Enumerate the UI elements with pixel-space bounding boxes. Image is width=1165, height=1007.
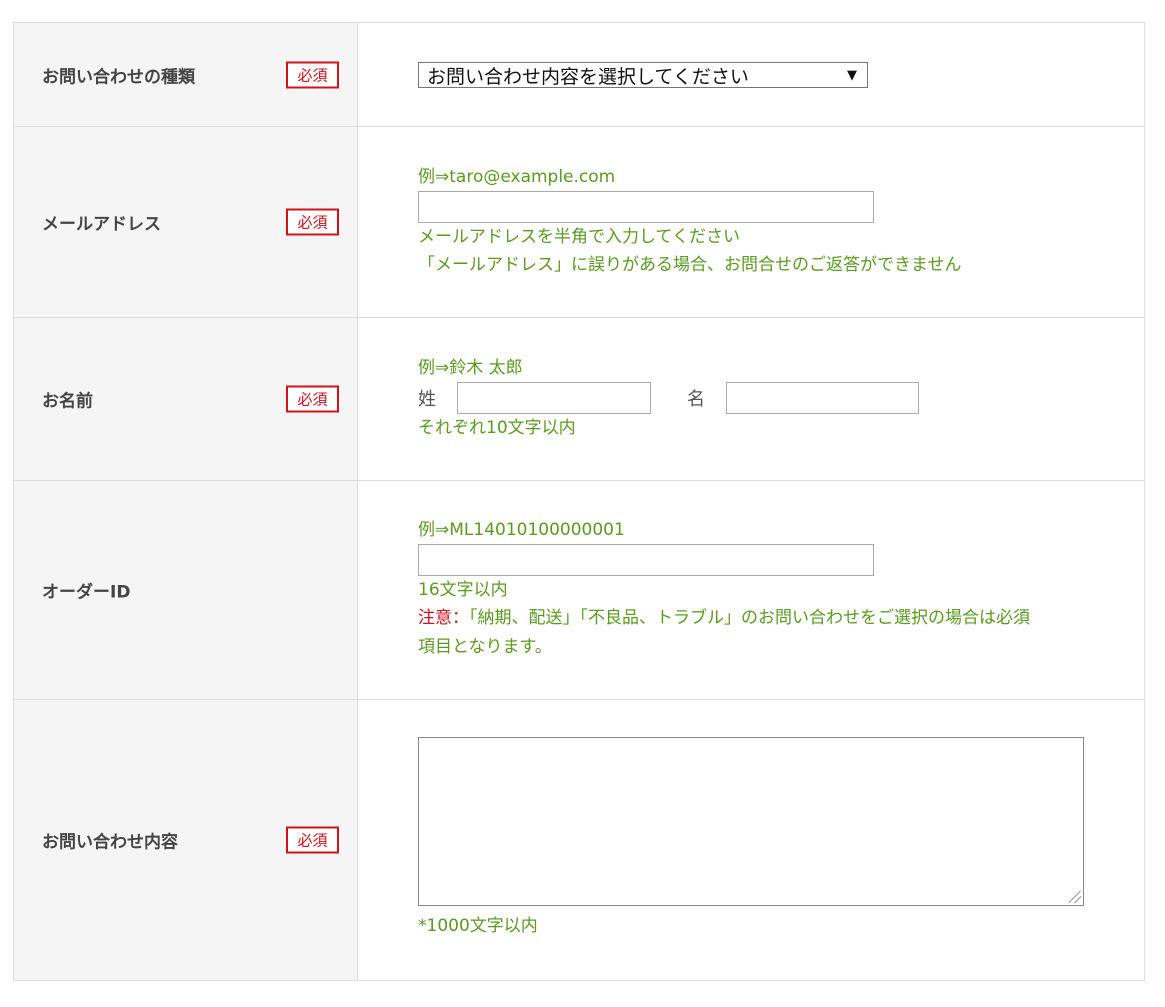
- content-textarea[interactable]: [418, 737, 1084, 906]
- name-hint: それぞれ10文字以内: [418, 418, 576, 438]
- order-id-hint: 16文字以内: [418, 580, 508, 600]
- order-id-note-line1: 「納期、配送」「不良品、トラブル」のお問い合わせをご選択の場合は必須: [469, 608, 1030, 628]
- order-id-note-line2: 項目となります。: [418, 637, 552, 657]
- name-label: お名前: [42, 391, 93, 412]
- order-id-example: 例⇒ML14010100000001: [418, 520, 625, 540]
- form-row-inquiry-type: お問い合わせの種類 必須 お問い合わせ内容を選択してください ▼: [14, 23, 1144, 127]
- name-inputs: 姓 名: [418, 382, 919, 414]
- form-field-cell: お問い合わせ内容を選択してください ▼: [358, 23, 1144, 126]
- form-field-cell: 例⇒ML14010100000001 16文字以内 注意：「納期、配送」「不良品…: [358, 481, 1144, 699]
- chevron-down-icon: ▼: [847, 67, 857, 83]
- content-label: お問い合わせ内容: [42, 832, 178, 853]
- form-label-cell: お問い合わせの種類 必須: [14, 23, 358, 126]
- order-id-note: 注意：「納期、配送」「不良品、トラブル」のお問い合わせをご選択の場合は必須 項目…: [418, 604, 1108, 662]
- form-field-cell: 例⇒taro@example.com メールアドレスを半角で入力してください 「…: [358, 127, 1144, 317]
- inquiry-type-select[interactable]: お問い合わせ内容を選択してください ▼: [418, 62, 868, 88]
- form-row-name: お名前 必須 例⇒鈴木 太郎 姓 名 それぞれ10文字以内: [14, 318, 1144, 481]
- form-label-cell: オーダーID: [14, 481, 358, 699]
- order-id-label: オーダーID: [42, 582, 131, 603]
- first-name-field[interactable]: [726, 382, 919, 414]
- last-name-label: 姓: [418, 389, 436, 410]
- email-example: 例⇒taro@example.com: [418, 167, 616, 187]
- order-id-field[interactable]: [418, 544, 874, 576]
- required-badge: 必須: [286, 385, 339, 413]
- content-hint: *1000文字以内: [418, 916, 538, 936]
- email-hint-halfwidth: メールアドレスを半角で入力してください: [418, 227, 740, 247]
- form-row-email: メールアドレス 必須 例⇒taro@example.com メールアドレスを半角…: [14, 127, 1144, 318]
- form-field-cell: 例⇒鈴木 太郎 姓 名 それぞれ10文字以内: [358, 318, 1144, 480]
- form-label-cell: メールアドレス 必須: [14, 127, 358, 317]
- form-field-cell: *1000文字以内: [358, 700, 1144, 980]
- name-example: 例⇒鈴木 太郎: [418, 358, 523, 378]
- required-badge: 必須: [286, 208, 339, 236]
- required-badge: 必須: [286, 61, 339, 88]
- order-id-note-prefix: 注意：: [418, 608, 469, 628]
- form-label-cell: お名前 必須: [14, 318, 358, 480]
- first-name-label: 名: [687, 389, 705, 410]
- form-row-order-id: オーダーID 例⇒ML14010100000001 16文字以内 注意：「納期、…: [14, 481, 1144, 700]
- form-label-cell: お問い合わせ内容 必須: [14, 700, 358, 980]
- required-badge: 必須: [286, 826, 339, 854]
- email-field[interactable]: [418, 191, 874, 223]
- email-hint-error: 「メールアドレス」に誤りがある場合、お問合せのご返答ができません: [418, 255, 962, 275]
- form-row-content: お問い合わせ内容 必須 *1000文字以内: [14, 700, 1144, 980]
- inquiry-type-label: お問い合わせの種類: [42, 67, 195, 87]
- inquiry-type-selected-value: お問い合わせ内容を選択してください: [427, 65, 749, 88]
- email-label: メールアドレス: [42, 214, 161, 235]
- resize-grip-icon[interactable]: [1069, 891, 1081, 903]
- contact-form-table: お問い合わせの種類 必須 お問い合わせ内容を選択してください ▼ メールアドレス…: [13, 22, 1145, 981]
- last-name-field[interactable]: [457, 382, 651, 414]
